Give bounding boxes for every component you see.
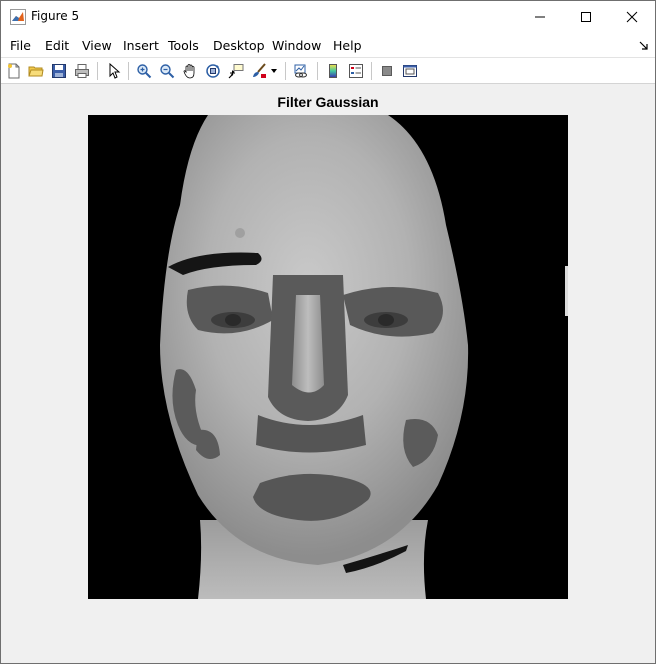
image-axes[interactable] bbox=[88, 115, 568, 599]
figure-canvas: Filter Gaussian bbox=[1, 84, 655, 663]
menu-file[interactable]: File bbox=[10, 38, 31, 53]
zoom-out-icon bbox=[160, 64, 175, 79]
brush-dropdown-button[interactable] bbox=[268, 61, 280, 81]
close-button[interactable] bbox=[609, 1, 655, 32]
link-plot-button[interactable] bbox=[291, 61, 311, 81]
data-cursor-icon bbox=[228, 64, 244, 79]
hide-plot-tools-button[interactable] bbox=[377, 61, 397, 81]
pan-hand-icon bbox=[183, 64, 195, 79]
legend-icon bbox=[349, 64, 363, 78]
title-bar: Figure 5 bbox=[1, 1, 655, 32]
menu-tools[interactable]: Tools bbox=[168, 38, 199, 53]
menu-bar: File Edit View Insert Tools Desktop Wind… bbox=[1, 32, 655, 57]
colorbar-icon bbox=[329, 64, 337, 78]
toolbar-separator bbox=[128, 62, 129, 80]
hide-plot-tools-icon bbox=[382, 66, 392, 76]
zoom-out-button[interactable] bbox=[157, 61, 177, 81]
menu-window[interactable]: Window bbox=[272, 38, 321, 53]
menu-help[interactable]: Help bbox=[333, 38, 362, 53]
rotate-3d-icon bbox=[206, 64, 220, 78]
insert-legend-button[interactable] bbox=[346, 61, 366, 81]
matlab-logo-icon bbox=[10, 9, 26, 25]
menu-desktop[interactable]: Desktop bbox=[213, 38, 265, 53]
data-cursor-button[interactable] bbox=[226, 61, 246, 81]
show-plot-tools-icon bbox=[403, 65, 417, 77]
edit-plot-button[interactable] bbox=[104, 61, 124, 81]
chevron-down-icon bbox=[271, 69, 277, 73]
zoom-in-button[interactable] bbox=[134, 61, 154, 81]
menu-view[interactable]: View bbox=[82, 38, 112, 53]
window-title: Figure 5 bbox=[31, 9, 80, 23]
menu-insert[interactable]: Insert bbox=[123, 38, 159, 53]
show-plot-tools-button[interactable] bbox=[400, 61, 420, 81]
plot-title: Filter Gaussian bbox=[277, 94, 379, 110]
edit-plot-arrow-icon bbox=[109, 63, 121, 79]
menu-edit[interactable]: Edit bbox=[45, 38, 69, 53]
new-figure-button[interactable] bbox=[4, 61, 24, 81]
minimize-icon bbox=[535, 16, 545, 17]
dock-arrow-icon[interactable] bbox=[639, 40, 649, 50]
brush-icon bbox=[253, 63, 266, 78]
figure-window: Figure 5 File Edit View Insert Tools Des… bbox=[0, 0, 656, 664]
new-figure-icon bbox=[8, 63, 20, 79]
zoom-in-icon bbox=[137, 64, 152, 79]
print-button[interactable] bbox=[72, 61, 92, 81]
brush-button[interactable] bbox=[249, 61, 269, 81]
link-plot-icon bbox=[294, 64, 307, 78]
figure-toolbar bbox=[1, 57, 655, 84]
close-icon bbox=[626, 11, 638, 22]
minimize-button[interactable] bbox=[517, 1, 563, 32]
toolbar-separator bbox=[371, 62, 372, 80]
maximize-button[interactable] bbox=[563, 1, 609, 32]
save-icon bbox=[52, 64, 66, 78]
open-file-button[interactable] bbox=[26, 61, 46, 81]
filtered-face-image bbox=[88, 115, 568, 599]
pan-button[interactable] bbox=[180, 61, 200, 81]
axes-resize-handle[interactable] bbox=[565, 266, 568, 316]
rotate-3d-button[interactable] bbox=[203, 61, 223, 81]
print-icon bbox=[75, 64, 89, 78]
maximize-icon bbox=[581, 11, 591, 22]
toolbar-separator bbox=[317, 62, 318, 80]
insert-colorbar-button[interactable] bbox=[323, 61, 343, 81]
save-button[interactable] bbox=[49, 61, 69, 81]
toolbar-separator bbox=[97, 62, 98, 80]
toolbar-separator bbox=[285, 62, 286, 80]
open-file-icon bbox=[28, 66, 44, 77]
